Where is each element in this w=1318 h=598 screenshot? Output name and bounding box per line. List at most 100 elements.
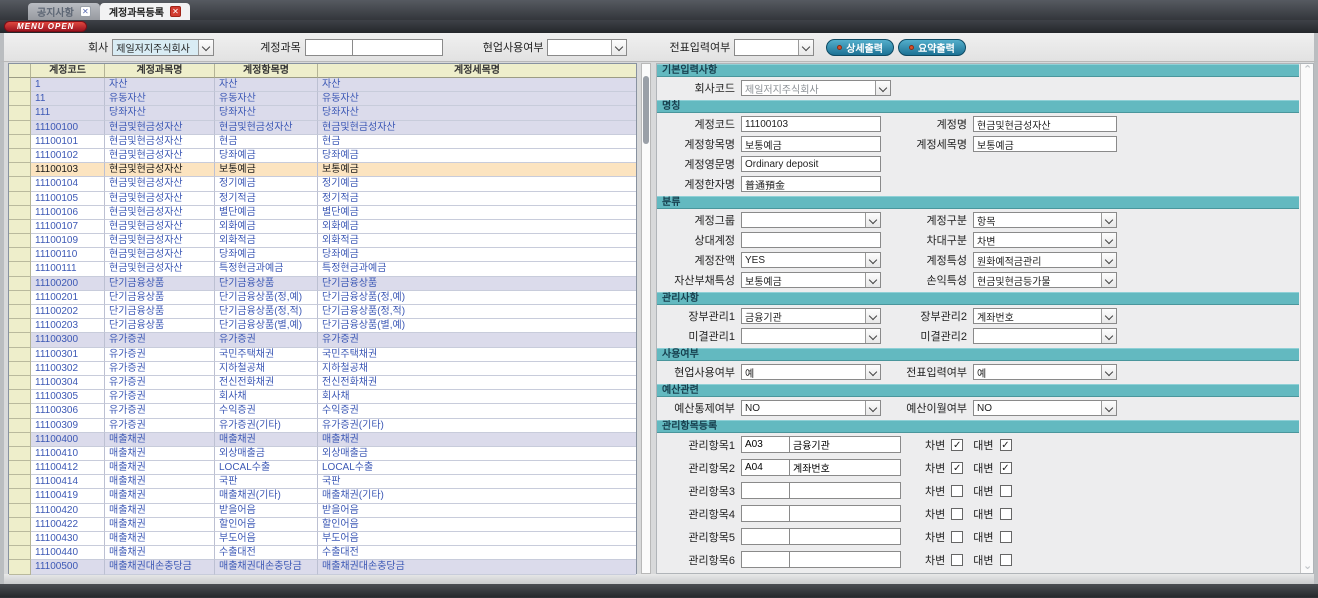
checkbox-unchecked[interactable]: [1000, 531, 1012, 543]
mgmt-item-name-field[interactable]: [789, 551, 901, 568]
table-row[interactable]: 11100300유가증권유가증권유가증권: [9, 333, 636, 347]
checkbox-checked[interactable]: ✓: [1000, 439, 1012, 451]
table-row[interactable]: 11100203단기금융상품단기금융상품(별,예)단기금융상품(별,예): [9, 319, 636, 333]
table-row[interactable]: 11100420매출채권받을어음받을어음: [9, 504, 636, 518]
mgmt-item-code-field[interactable]: [741, 436, 789, 453]
debit-credit-division-select[interactable]: 차변: [973, 232, 1117, 248]
table-row[interactable]: 11100301유가증권국민주택채권국민주택채권: [9, 348, 636, 362]
table-row[interactable]: 11100400매출채권매출채권매출채권: [9, 433, 636, 447]
table-row[interactable]: 11100430매출채권부도어음부도어음: [9, 532, 636, 546]
mgmt-item-code-field[interactable]: [741, 482, 789, 499]
checkbox-unchecked[interactable]: [951, 554, 963, 566]
budget-carryover-select[interactable]: NO: [973, 400, 1117, 416]
checkbox-unchecked[interactable]: [1000, 554, 1012, 566]
panel-scrollbar[interactable]: ⌃ ⌄: [1300, 64, 1313, 573]
checkbox-unchecked[interactable]: [951, 485, 963, 497]
counter-account-field[interactable]: [741, 232, 881, 248]
account-balance-select[interactable]: YES: [741, 252, 881, 268]
mgmt-item-name-field[interactable]: [789, 528, 901, 545]
open-mgmt1-select[interactable]: [741, 328, 881, 344]
table-row[interactable]: 11유동자산유동자산유동자산: [9, 92, 636, 106]
table-row[interactable]: 11100109현금및현금성자산외화적금외화적금: [9, 234, 636, 248]
menu-open-button[interactable]: MENU OPEN: [4, 21, 87, 32]
account-code-field[interactable]: [741, 116, 881, 132]
scroll-down-icon[interactable]: ⌄: [1303, 562, 1312, 571]
close-icon[interactable]: ✕: [80, 6, 91, 17]
checkbox-unchecked[interactable]: [1000, 485, 1012, 497]
mgmt-item-name-field[interactable]: [789, 459, 901, 476]
table-row[interactable]: 11100412매출채권LOCAL수출LOCAL수출: [9, 461, 636, 475]
slip-entry-select[interactable]: [734, 39, 814, 56]
mgmt-item-code-field[interactable]: [741, 551, 789, 568]
company-code-select[interactable]: 제일저지주식회사: [741, 80, 891, 96]
table-row[interactable]: 11100110현금및현금성자산당좌예금당좌예금: [9, 248, 636, 262]
checkbox-checked[interactable]: ✓: [951, 439, 963, 451]
company-select[interactable]: 제일저지주식회사: [112, 39, 214, 56]
open-mgmt2-select[interactable]: [973, 328, 1117, 344]
table-row[interactable]: 11100422매출채권할인어음할인어음: [9, 518, 636, 532]
table-row[interactable]: 11100304유가증권전신전화채권전신전화채권: [9, 376, 636, 390]
scrollbar-thumb[interactable]: [643, 76, 649, 144]
item-name-field[interactable]: [741, 136, 881, 152]
profit-loss-trait-select[interactable]: 현금및현금등가물: [973, 272, 1117, 288]
table-row[interactable]: 11100200단기금융상품단기금융상품단기금융상품: [9, 277, 636, 291]
account-trait-select[interactable]: 원화예적금관리: [973, 252, 1117, 268]
account-name-input[interactable]: [353, 39, 443, 56]
tab-account-registration[interactable]: 계정과목등록 ✕: [100, 3, 190, 20]
table-row[interactable]: 11100309유가증권유가증권(기타)유가증권(기타): [9, 419, 636, 433]
table-row[interactable]: 11100440매출채권수출대전수출대전: [9, 546, 636, 560]
detail-print-button[interactable]: 상세출력: [826, 39, 894, 56]
account-division-select[interactable]: 항목: [973, 212, 1117, 228]
mgmt-item-name-field[interactable]: [789, 436, 901, 453]
table-row[interactable]: 11100103현금및현금성자산보통예금보통예금: [9, 163, 636, 177]
checkbox-checked[interactable]: ✓: [951, 462, 963, 474]
cell-item-name: 외상매출금: [215, 447, 318, 461]
slip-entry-panel-select[interactable]: 예: [973, 364, 1117, 380]
account-group-select[interactable]: [741, 212, 881, 228]
table-row[interactable]: 11100414매출채권국판국판: [9, 475, 636, 489]
account-name-field[interactable]: [973, 116, 1117, 132]
close-icon[interactable]: ✕: [170, 6, 181, 17]
field-use-panel-select[interactable]: 예: [741, 364, 881, 380]
table-row[interactable]: 11100100현금및현금성자산현금및현금성자산현금및현금성자산: [9, 121, 636, 135]
table-row[interactable]: 11100306유가증권수익증권수익증권: [9, 404, 636, 418]
table-row[interactable]: 111당좌자산당좌자산당좌자산: [9, 106, 636, 120]
table-row[interactable]: 11100302유가증권지하철공채지하철공채: [9, 362, 636, 376]
book-mgmt2-select[interactable]: 계좌번호: [973, 308, 1117, 324]
scroll-up-icon[interactable]: ⌃: [1303, 66, 1312, 75]
mgmt-item-name-field[interactable]: [789, 482, 901, 499]
table-row[interactable]: 11100202단기금융상품단기금융상품(정,적)단기금융상품(정,적): [9, 305, 636, 319]
table-row[interactable]: 11100419매출채권매출채권(기타)매출채권(기타): [9, 489, 636, 503]
mgmt-item-name-field[interactable]: [789, 505, 901, 522]
table-row[interactable]: 11100500매출채권대손충당금매출채권대손충당금매출채권대손충당금: [9, 560, 636, 574]
summary-print-button[interactable]: 요약출력: [898, 39, 966, 56]
mgmt-item-code-field[interactable]: [741, 459, 789, 476]
table-row[interactable]: 11100201단기금융상품단기금융상품(정,예)단기금융상품(정,예): [9, 291, 636, 305]
book-mgmt1-select[interactable]: 금융기관: [741, 308, 881, 324]
account-code-input[interactable]: [305, 39, 353, 56]
table-row[interactable]: 11100101현금및현금성자산현금현금: [9, 135, 636, 149]
checkbox-checked[interactable]: ✓: [1000, 462, 1012, 474]
mgmt-item-code-field[interactable]: [741, 528, 789, 545]
tab-notice[interactable]: 공지사항 ✕: [28, 3, 100, 20]
checkbox-unchecked[interactable]: [951, 531, 963, 543]
table-row[interactable]: 11100105현금및현금성자산정기적금정기적금: [9, 192, 636, 206]
table-row[interactable]: 11100410매출채권외상매출금외상매출금: [9, 447, 636, 461]
field-use-select[interactable]: [547, 39, 627, 56]
checkbox-unchecked[interactable]: [1000, 508, 1012, 520]
table-row[interactable]: 1자산자산자산: [9, 78, 636, 92]
table-row[interactable]: 11100305유가증권회사채회사채: [9, 390, 636, 404]
english-name-field[interactable]: [741, 156, 881, 172]
budget-control-select[interactable]: NO: [741, 400, 881, 416]
table-row[interactable]: 11100102현금및현금성자산당좌예금당좌예금: [9, 149, 636, 163]
detail-name-field[interactable]: [973, 136, 1117, 152]
table-row[interactable]: 11100106현금및현금성자산별단예금별단예금: [9, 206, 636, 220]
table-row[interactable]: 11100111현금및현금성자산특정현금과예금특정현금과예금: [9, 262, 636, 276]
checkbox-unchecked[interactable]: [951, 508, 963, 520]
table-scrollbar[interactable]: [641, 63, 651, 574]
table-row[interactable]: 11100104현금및현금성자산정기예금정기예금: [9, 177, 636, 191]
hanja-name-field[interactable]: [741, 176, 881, 192]
mgmt-item-code-field[interactable]: [741, 505, 789, 522]
asset-liability-trait-select[interactable]: 보통예금: [741, 272, 881, 288]
table-row[interactable]: 11100107현금및현금성자산외화예금외화예금: [9, 220, 636, 234]
